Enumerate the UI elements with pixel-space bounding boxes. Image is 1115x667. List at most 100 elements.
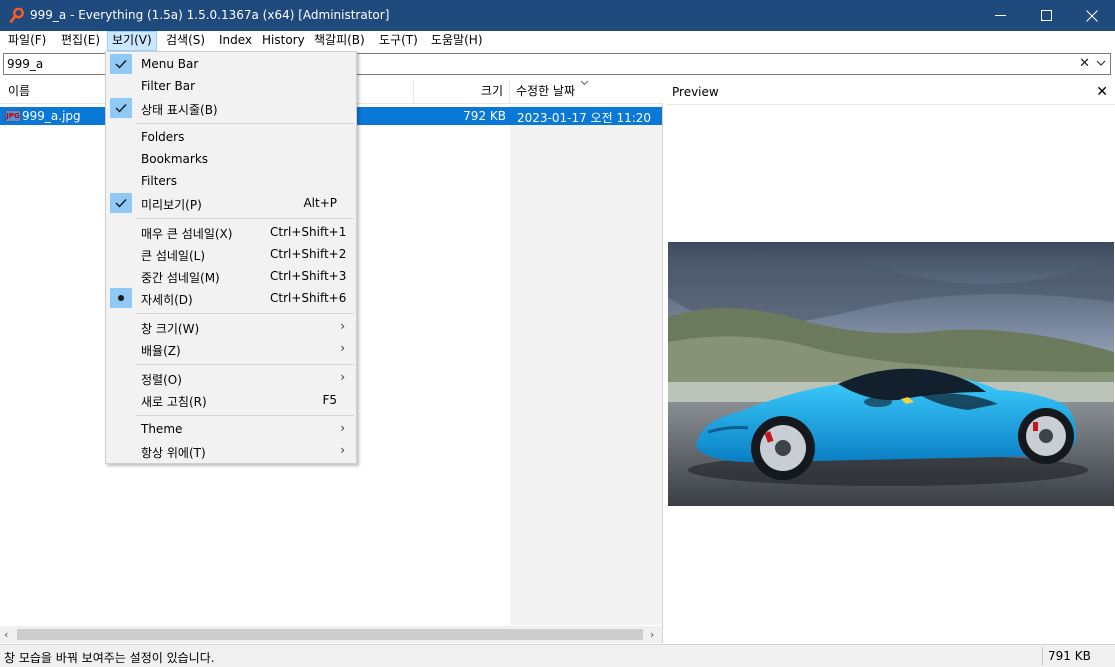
- menu-file[interactable]: 파일(F): [4, 31, 50, 51]
- status-size: 791 KB: [1048, 649, 1091, 663]
- menu-bookmarks[interactable]: 책갈피(B): [310, 31, 369, 51]
- menu-item-sort[interactable]: 정렬(O) ›: [107, 367, 355, 389]
- menu-item-label: 배율(Z): [141, 344, 181, 358]
- menu-item-label: 큰 섬네일(L): [141, 249, 206, 263]
- menu-item-filter-bar[interactable]: Filter Bar: [107, 75, 355, 97]
- menu-bar: 파일(F) 편집(E) 보기(V) 검색(S) Index History 책갈…: [0, 31, 1115, 51]
- check-icon: [110, 193, 132, 213]
- menu-separator: [136, 123, 354, 124]
- everything-app-icon: [9, 7, 24, 23]
- column-date-modified[interactable]: 수정한 날짜: [510, 80, 581, 104]
- submenu-arrow-icon: ›: [340, 421, 345, 435]
- chevron-down-icon[interactable]: [1096, 59, 1106, 67]
- menu-separator: [136, 313, 354, 314]
- menu-item-always-on-top[interactable]: 항상 위에(T) ›: [107, 440, 355, 462]
- menu-view[interactable]: 보기(V): [107, 31, 157, 51]
- sorted-column-shade: [510, 105, 662, 625]
- menu-item-label: Theme: [141, 422, 183, 436]
- menu-help[interactable]: 도움말(H): [427, 31, 487, 51]
- menu-item-theme[interactable]: Theme ›: [107, 418, 355, 440]
- scroll-right-icon[interactable]: ›: [650, 628, 654, 641]
- menu-item-label: 창 크기(W): [141, 322, 200, 336]
- menu-item-label: 항상 위에(T): [141, 446, 206, 460]
- minimize-icon: [994, 15, 1006, 16]
- check-icon: [110, 54, 132, 74]
- menu-item-folders[interactable]: Folders: [107, 126, 355, 148]
- menu-item-label: Bookmarks: [141, 152, 209, 166]
- column-size[interactable]: 크기: [414, 80, 509, 104]
- menu-history[interactable]: History: [258, 31, 309, 51]
- scrollbar-thumb[interactable]: [17, 629, 643, 640]
- menu-item-preview[interactable]: 미리보기(P) Alt+P: [107, 192, 355, 214]
- menu-item-details[interactable]: 자세히(D) Ctrl+Shift+6: [107, 287, 355, 309]
- menu-item-label: 새로 고침(R): [141, 395, 207, 409]
- preview-header: Preview ✕: [667, 80, 1115, 105]
- menu-item-large-thumbnails[interactable]: 큰 섬네일(L) Ctrl+Shift+2: [107, 243, 355, 265]
- menu-item-shortcut: Alt+P: [303, 196, 337, 210]
- car-image: [668, 242, 1114, 506]
- horizontal-scrollbar[interactable]: ‹ ›: [0, 626, 662, 643]
- preview-close-icon[interactable]: ✕: [1096, 84, 1108, 100]
- file-name: 999_a.jpg: [22, 109, 81, 123]
- menu-item-status-bar[interactable]: 상태 표시줄(B): [107, 97, 355, 119]
- minimize-button[interactable]: [977, 0, 1023, 31]
- menu-item-label: 자세히(D): [141, 293, 193, 307]
- sort-descending-icon: [580, 80, 589, 86]
- column-name[interactable]: 이름: [2, 80, 36, 104]
- menu-item-label: 미리보기(P): [141, 198, 202, 212]
- maximize-button[interactable]: [1023, 0, 1069, 31]
- menu-index[interactable]: Index: [215, 31, 256, 51]
- preview-title: Preview: [672, 85, 719, 99]
- menu-item-bookmarks[interactable]: Bookmarks: [107, 148, 355, 170]
- menu-item-shortcut: F5: [322, 393, 337, 407]
- search-query: 999_a: [7, 57, 44, 71]
- menu-item-extra-large-thumbnails[interactable]: 매우 큰 섬네일(X) Ctrl+Shift+1: [107, 221, 355, 243]
- submenu-arrow-icon: ›: [340, 443, 345, 457]
- view-menu-dropdown: Menu Bar Filter Bar 상태 표시줄(B) Folders Bo…: [105, 51, 357, 464]
- menu-item-shortcut: Ctrl+Shift+3: [270, 269, 347, 283]
- submenu-arrow-icon: ›: [340, 319, 345, 333]
- menu-item-zoom[interactable]: 배율(Z) ›: [107, 338, 355, 360]
- menu-separator: [136, 415, 354, 416]
- status-divider: [1042, 647, 1043, 665]
- file-date-modified: 2023-01-17 오전 11:20: [517, 111, 652, 125]
- menu-item-shortcut: Ctrl+Shift+2: [270, 247, 347, 261]
- status-bar: 창 모습을 바꿔 보여주는 설정이 있습니다. 791 KB: [0, 644, 1115, 667]
- jpg-file-icon: JPG: [5, 110, 21, 122]
- menu-search[interactable]: 검색(S): [162, 31, 209, 51]
- scroll-left-icon[interactable]: ‹: [4, 628, 8, 641]
- menu-item-window-size[interactable]: 창 크기(W) ›: [107, 316, 355, 338]
- menu-item-label: 정렬(O): [141, 373, 182, 387]
- menu-item-shortcut: Ctrl+Shift+1: [270, 225, 347, 239]
- menu-item-label: 매우 큰 섬네일(X): [141, 227, 233, 241]
- menu-tools[interactable]: 도구(T): [375, 31, 422, 51]
- status-text: 창 모습을 바꿔 보여주는 설정이 있습니다.: [4, 651, 215, 665]
- menu-item-label: 상태 표시줄(B): [141, 103, 218, 117]
- check-icon: [110, 98, 132, 118]
- maximize-icon: [1040, 10, 1052, 21]
- menu-edit[interactable]: 편집(E): [57, 31, 104, 51]
- title-bar: 999_a - Everything (1.5a) 1.5.0.1367a (x…: [0, 0, 1115, 31]
- preview-pane: Preview ✕: [667, 80, 1115, 644]
- menu-item-label: Filter Bar: [141, 79, 196, 93]
- menu-separator: [136, 218, 354, 219]
- submenu-arrow-icon: ›: [340, 341, 345, 355]
- submenu-arrow-icon: ›: [340, 370, 345, 384]
- preview-image: [668, 242, 1114, 506]
- radio-selected-icon: [110, 288, 132, 308]
- menu-item-filters[interactable]: Filters: [107, 170, 355, 192]
- menu-separator: [136, 364, 354, 365]
- menu-item-label: 중간 섬네일(M): [141, 271, 220, 285]
- close-button[interactable]: [1069, 0, 1115, 31]
- clear-search-icon[interactable]: ✕: [1079, 56, 1090, 71]
- close-icon: [1086, 9, 1098, 22]
- menu-item-label: Filters: [141, 174, 177, 188]
- menu-item-menu-bar[interactable]: Menu Bar: [107, 53, 355, 75]
- menu-item-shortcut: Ctrl+Shift+6: [270, 291, 347, 305]
- menu-item-medium-thumbnails[interactable]: 중간 섬네일(M) Ctrl+Shift+3: [107, 265, 355, 287]
- file-size: 792 KB: [463, 109, 506, 123]
- menu-item-label: Folders: [141, 130, 185, 144]
- window-title: 999_a - Everything (1.5a) 1.5.0.1367a (x…: [30, 8, 390, 22]
- menu-item-refresh[interactable]: 새로 고침(R) F5: [107, 389, 355, 411]
- menu-item-label: Menu Bar: [141, 57, 199, 71]
